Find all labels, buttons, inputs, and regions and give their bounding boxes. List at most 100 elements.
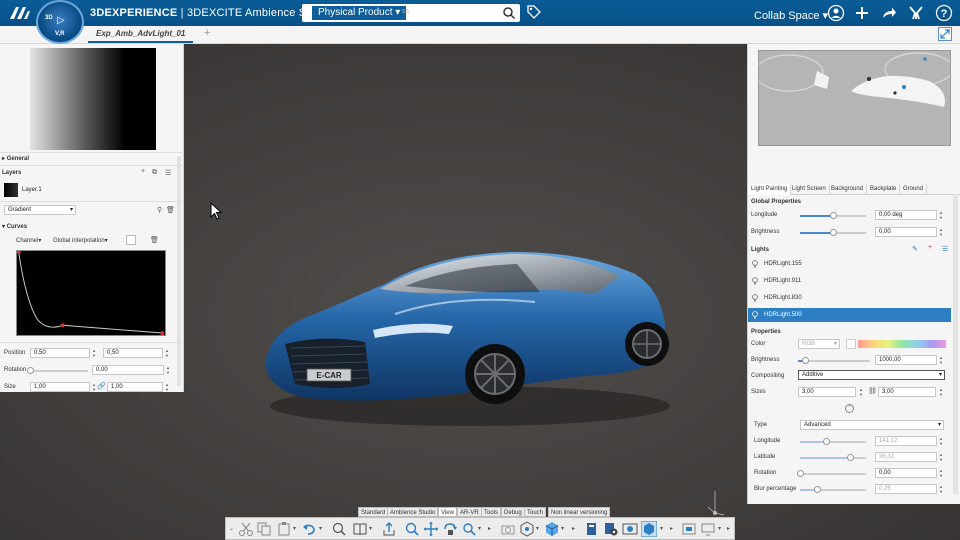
- color-swatch[interactable]: [126, 235, 136, 245]
- compositing-select[interactable]: Additive: [798, 370, 945, 380]
- rotation-spinner[interactable]: ▲ ▼: [165, 365, 171, 375]
- zoom-fit-icon[interactable]: [331, 521, 347, 537]
- cut-icon[interactable]: [238, 521, 254, 537]
- tab-standard[interactable]: Standard: [358, 507, 389, 517]
- prop-brightness-spinner[interactable]: ▲ ▼: [938, 355, 944, 365]
- rotation-input[interactable]: 0,00: [92, 365, 164, 375]
- search-box[interactable]: Physical Product ▾ ss: [302, 4, 520, 22]
- hdr-environment-preview[interactable]: [758, 50, 951, 146]
- size-y-input[interactable]: 1,00: [107, 382, 163, 392]
- chevron-down-icon[interactable]: ⌄: [229, 525, 234, 532]
- look-at-icon[interactable]: [461, 521, 477, 537]
- size-x-input[interactable]: 1,00: [30, 382, 90, 392]
- light-marker[interactable]: [902, 85, 906, 89]
- trash-icon[interactable]: 🗑: [150, 236, 159, 244]
- tab-backplate[interactable]: Backplate: [867, 184, 901, 195]
- tab-ground[interactable]: Ground: [900, 184, 928, 195]
- blur-input[interactable]: 0,25: [875, 484, 937, 494]
- chevron-right-icon[interactable]: ▸: [488, 525, 491, 532]
- slider-knob[interactable]: [813, 486, 821, 493]
- slider-knob[interactable]: [830, 229, 837, 236]
- compass-widget[interactable]: 3D ▷ V,R: [36, 0, 84, 44]
- car-model[interactable]: E-CAR: [255, 234, 675, 434]
- chevron-right-icon[interactable]: ▸: [727, 525, 730, 532]
- tab-background[interactable]: Background: [828, 184, 868, 195]
- layer-name[interactable]: Layer.1: [22, 187, 42, 193]
- layout-icon[interactable]: [681, 521, 697, 537]
- curve-editor[interactable]: [16, 250, 166, 336]
- latitude-spinner[interactable]: ▲ ▼: [938, 452, 944, 462]
- chevron-down-icon[interactable]: ▾: [718, 525, 721, 532]
- search-scope-dropdown[interactable]: Physical Product ▾: [312, 6, 407, 20]
- tab-touch[interactable]: Touch: [524, 507, 547, 517]
- adv-longitude-slider[interactable]: [800, 438, 866, 445]
- size-width-spinner[interactable]: ▲ ▼: [858, 387, 864, 397]
- monitor-icon[interactable]: [700, 521, 716, 537]
- tools-icon[interactable]: [907, 4, 925, 22]
- light-item[interactable]: HDRLight.155: [748, 257, 951, 271]
- chevron-down-icon[interactable]: ▾: [561, 525, 564, 532]
- brightness-spinner[interactable]: ▲ ▼: [938, 227, 944, 237]
- chevron-down-icon[interactable]: ▾: [660, 525, 663, 532]
- tab-ar-vr[interactable]: AR-VR: [457, 507, 482, 517]
- prop-brightness-input[interactable]: 1000,00: [875, 355, 937, 365]
- adv-rotation-slider[interactable]: [797, 470, 866, 477]
- chevron-right-icon[interactable]: ▸: [572, 525, 575, 532]
- slider-knob[interactable]: [823, 438, 831, 445]
- section-general[interactable]: ▸ General: [2, 155, 29, 162]
- chevron-down-icon[interactable]: ▾: [319, 525, 322, 532]
- rotate-icon[interactable]: [442, 521, 458, 537]
- lock-icon[interactable]: ⚲: [157, 206, 162, 214]
- size-y-spinner[interactable]: ▲ ▼: [164, 382, 170, 392]
- camera-icon[interactable]: [500, 521, 516, 537]
- slider-knob[interactable]: [797, 470, 804, 477]
- link-icon[interactable]: 🔗: [97, 382, 106, 390]
- list-icon[interactable]: ☰: [165, 169, 171, 177]
- curve-point[interactable]: [60, 323, 65, 328]
- tab-light-screen[interactable]: Light Screen: [789, 184, 830, 195]
- tab-view[interactable]: View: [438, 507, 457, 517]
- database-icon[interactable]: [584, 521, 600, 537]
- help-icon[interactable]: ?: [935, 4, 953, 22]
- tab-light-painting[interactable]: Light Painting: [748, 184, 792, 195]
- trash-icon[interactable]: 🗑: [166, 206, 175, 214]
- scrollbar[interactable]: [177, 156, 181, 386]
- blur-slider[interactable]: [800, 486, 866, 493]
- interpolation-dropdown[interactable]: Global interpolation▾: [53, 237, 108, 244]
- list-icon[interactable]: ☰: [942, 245, 948, 253]
- link-icon[interactable]: ⛓: [868, 387, 877, 395]
- chevron-down-icon[interactable]: ▾: [369, 525, 372, 532]
- collapse-icon[interactable]: ⌃: [845, 404, 854, 413]
- adv-longitude-input[interactable]: 141,12: [875, 436, 937, 446]
- cube-icon[interactable]: [544, 521, 560, 537]
- user-icon[interactable]: [827, 4, 845, 22]
- scrollbar[interactable]: [953, 194, 958, 494]
- tab-document[interactable]: Exp_Amb_AdvLight_01: [88, 29, 194, 43]
- gradient-type-select[interactable]: Gradient: [4, 205, 76, 215]
- color-mode-select[interactable]: RGB: [798, 339, 840, 349]
- position-x-spinner[interactable]: ▲ ▼: [91, 348, 97, 358]
- rotation-slider[interactable]: [27, 367, 88, 374]
- add-light-icon[interactable]: +: [928, 244, 932, 251]
- light-item[interactable]: HDRLight.830: [748, 291, 951, 305]
- undo-icon[interactable]: [301, 521, 317, 537]
- curve-point[interactable]: [160, 331, 165, 335]
- chevron-down-icon[interactable]: ▾: [293, 525, 296, 532]
- tab-non-linear-versioning[interactable]: Non linear versioning: [548, 507, 611, 517]
- light-marker[interactable]: [893, 91, 897, 95]
- render-settings-icon[interactable]: [519, 521, 535, 537]
- duplicate-layer-icon[interactable]: ⧉: [152, 169, 157, 177]
- adv-rotation-input[interactable]: 0,00: [875, 468, 937, 478]
- layer-thumbnail[interactable]: [4, 183, 18, 197]
- light-item[interactable]: HDRLight.911: [748, 274, 951, 288]
- maximize-icon[interactable]: [938, 27, 952, 41]
- export-icon[interactable]: [381, 521, 397, 537]
- longitude-input[interactable]: 0,00 deg: [875, 210, 937, 220]
- tab-debug[interactable]: Debug: [501, 507, 525, 517]
- zoom-icon[interactable]: [404, 521, 420, 537]
- edit-icon[interactable]: ✎: [912, 245, 918, 253]
- latitude-slider[interactable]: [800, 454, 866, 461]
- light-marker[interactable]: [867, 77, 871, 81]
- prop-brightness-slider[interactable]: [798, 357, 870, 364]
- brightness-slider[interactable]: [800, 229, 866, 236]
